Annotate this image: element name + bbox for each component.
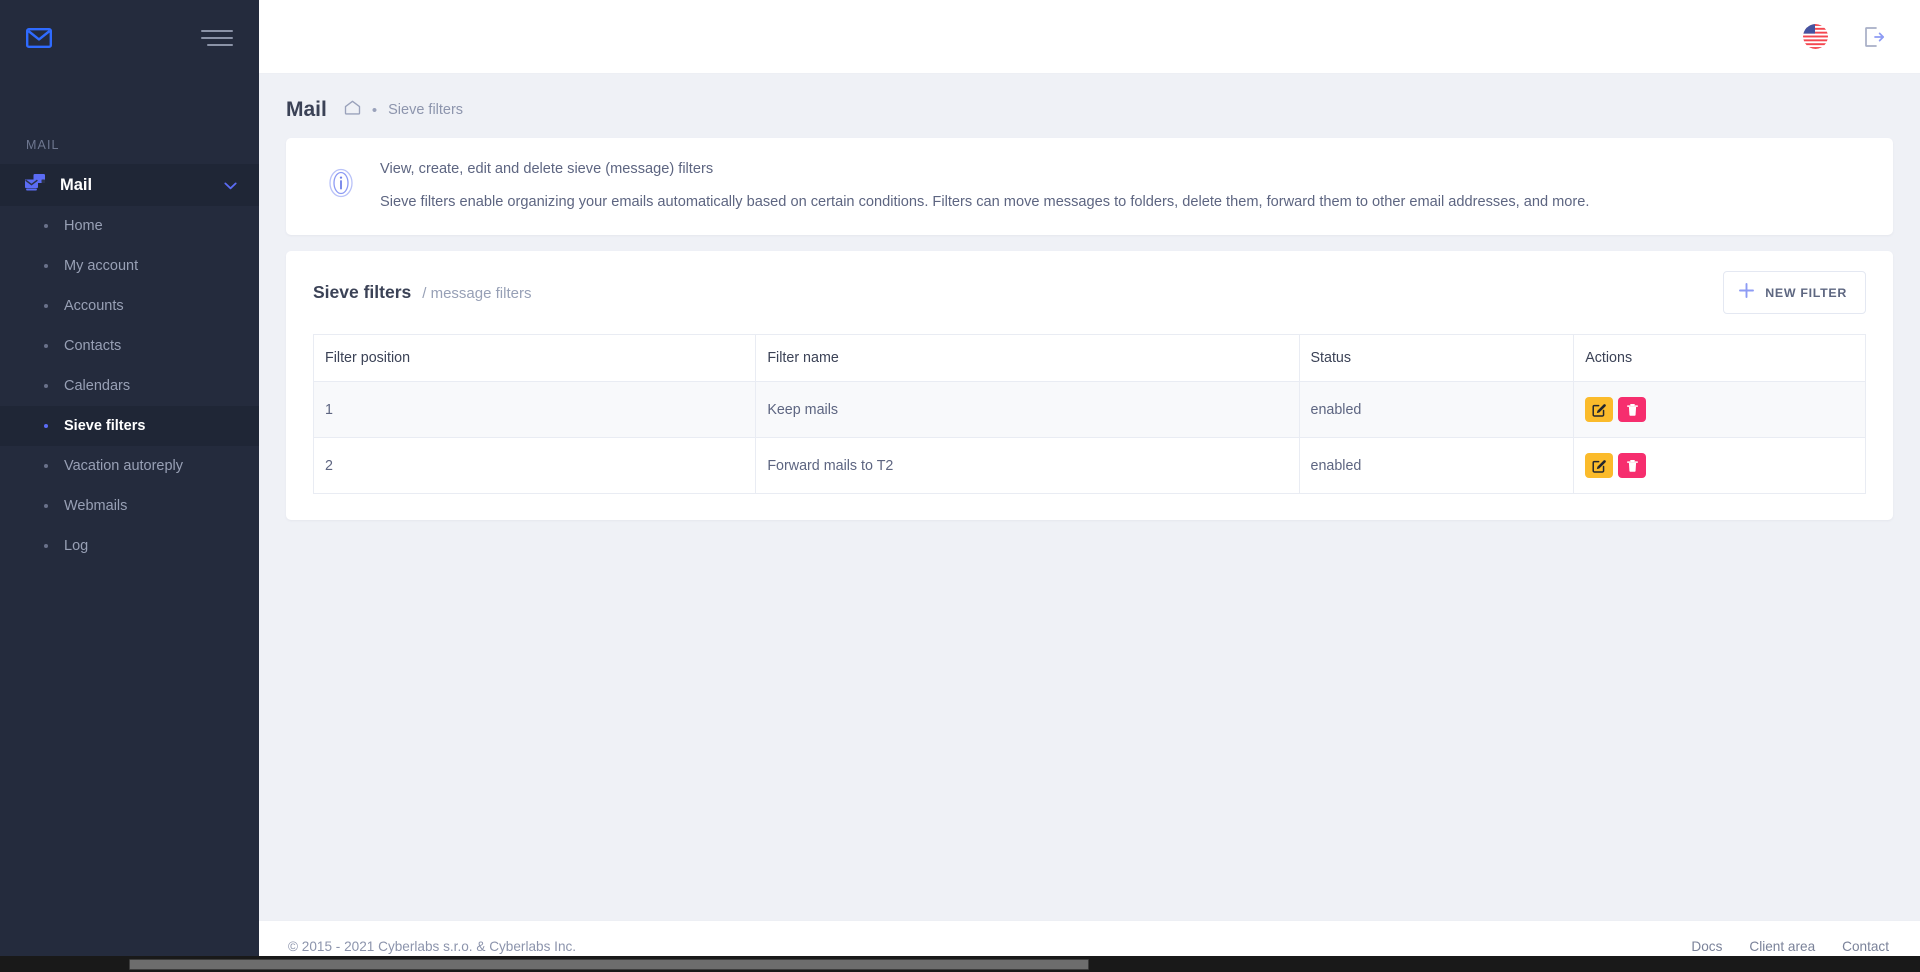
cell-status: enabled — [1299, 438, 1574, 494]
sidebar-item-label: Contacts — [64, 338, 121, 354]
sidebar-item-label: Log — [64, 538, 88, 554]
table-header: Filter position Filter name Status Actio… — [314, 335, 1866, 382]
sidebar-item-label: Accounts — [64, 298, 124, 314]
mail-stack-icon — [24, 173, 46, 197]
cell-actions — [1574, 382, 1866, 438]
sieve-filters-table: Filter position Filter name Status Actio… — [313, 334, 1866, 494]
card-title-group: Sieve filters / message filters — [313, 282, 531, 303]
sidebar-item-home[interactable]: Home — [0, 206, 259, 246]
table-header-row: Filter position Filter name Status Actio… — [314, 335, 1866, 382]
bullet-icon — [44, 264, 48, 268]
bullet-icon — [44, 304, 48, 308]
content: Mail • Sieve filters — [259, 74, 1920, 972]
info-banner-text: View, create, edit and delete sieve (mes… — [380, 161, 1589, 210]
sidebar-item-accounts[interactable]: Accounts — [0, 286, 259, 326]
delete-filter-button[interactable] — [1618, 453, 1646, 478]
new-filter-button-label: NEW FILTER — [1765, 286, 1847, 300]
main-area: Mail • Sieve filters — [259, 0, 1920, 972]
sidebar: MAIL Mail Home — [0, 0, 259, 972]
logout-icon[interactable] — [1862, 25, 1886, 49]
sidebar-item-label: Vacation autoreply — [64, 458, 183, 474]
cell-filter-position: 2 — [314, 438, 756, 494]
cell-filter-name: Forward mails to T2 — [756, 438, 1299, 494]
sidebar-item-log[interactable]: Log — [0, 526, 259, 566]
horizontal-scrollbar[interactable] — [0, 956, 1920, 972]
bullet-icon — [44, 224, 48, 228]
bullet-icon — [44, 344, 48, 348]
bullet-icon — [44, 464, 48, 468]
bullet-icon — [44, 544, 48, 548]
sidebar-group-label: Mail — [60, 176, 210, 195]
topbar — [259, 0, 1920, 74]
copyright-text: © 2015 - 2021 Cyberlabs s.r.o. & Cyberla… — [288, 939, 576, 954]
info-banner-line-2: Sieve filters enable organizing your ema… — [380, 194, 1589, 210]
info-circle-icon — [324, 166, 358, 205]
home-icon[interactable] — [344, 100, 361, 120]
column-header-filter-name: Filter name — [756, 335, 1299, 382]
sidebar-item-my-account[interactable]: My account — [0, 246, 259, 286]
row-actions — [1585, 453, 1865, 478]
sidebar-item-label: Sieve filters — [64, 418, 145, 434]
sidebar-item-webmails[interactable]: Webmails — [0, 486, 259, 526]
footer-links: Docs Client area Contact — [1691, 939, 1889, 954]
sieve-filters-card: Sieve filters / message filters NEW FILT… — [286, 251, 1893, 520]
card-header: Sieve filters / message filters NEW FILT… — [286, 251, 1893, 334]
cell-filter-name: Keep mails — [756, 382, 1299, 438]
sidebar-item-sieve-filters[interactable]: Sieve filters — [0, 406, 259, 446]
new-filter-button[interactable]: NEW FILTER — [1723, 271, 1866, 314]
row-actions — [1585, 397, 1865, 422]
column-header-filter-position: Filter position — [314, 335, 756, 382]
breadcrumb-current[interactable]: Sieve filters — [388, 102, 463, 118]
sidebar-header — [0, 0, 259, 76]
bullet-icon — [44, 384, 48, 388]
cell-status: enabled — [1299, 382, 1574, 438]
page-header: Mail • Sieve filters — [259, 74, 1920, 138]
footer-link-docs[interactable]: Docs — [1691, 939, 1722, 954]
hamburger-icon[interactable] — [201, 26, 233, 50]
page-title: Mail — [286, 98, 327, 122]
scrollbar-thumb[interactable] — [129, 959, 1089, 970]
info-banner: View, create, edit and delete sieve (mes… — [286, 138, 1893, 235]
info-banner-line-1: View, create, edit and delete sieve (mes… — [380, 161, 1589, 177]
sidebar-item-label: My account — [64, 258, 138, 274]
breadcrumb-separator: • — [372, 103, 377, 118]
edit-filter-button[interactable] — [1585, 397, 1613, 422]
sidebar-item-label: Home — [64, 218, 103, 234]
column-header-actions: Actions — [1574, 335, 1866, 382]
sidebar-item-contacts[interactable]: Contacts — [0, 326, 259, 366]
sidebar-group-mail[interactable]: Mail — [0, 164, 259, 206]
delete-filter-button[interactable] — [1618, 397, 1646, 422]
sidebar-item-vacation-autoreply[interactable]: Vacation autoreply — [0, 446, 259, 486]
sidebar-item-list: Home My account Accounts Contacts Calend… — [0, 206, 259, 566]
edit-filter-button[interactable] — [1585, 453, 1613, 478]
breadcrumb: • Sieve filters — [344, 100, 463, 120]
sidebar-section-label: MAIL — [0, 76, 259, 164]
cell-actions — [1574, 438, 1866, 494]
table-body: 1 Keep mails enabled — [314, 382, 1866, 494]
table-row: 1 Keep mails enabled — [314, 382, 1866, 438]
us-flag-icon[interactable] — [1803, 24, 1828, 49]
sidebar-item-calendars[interactable]: Calendars — [0, 366, 259, 406]
plus-icon — [1738, 282, 1755, 303]
bullet-icon — [44, 504, 48, 508]
bullet-icon — [44, 424, 48, 428]
card-title: Sieve filters — [313, 282, 411, 303]
sidebar-item-label: Calendars — [64, 378, 130, 394]
cell-filter-position: 1 — [314, 382, 756, 438]
chevron-down-icon[interactable] — [224, 179, 237, 192]
table-row: 2 Forward mails to T2 enabled — [314, 438, 1866, 494]
envelope-icon[interactable] — [26, 28, 52, 48]
card-subtitle: / message filters — [422, 285, 531, 302]
app-root: MAIL Mail Home — [0, 0, 1920, 972]
footer-link-client-area[interactable]: Client area — [1749, 939, 1815, 954]
sidebar-item-label: Webmails — [64, 498, 127, 514]
column-header-status: Status — [1299, 335, 1574, 382]
footer-link-contact[interactable]: Contact — [1842, 939, 1889, 954]
content-spacer — [259, 520, 1920, 920]
